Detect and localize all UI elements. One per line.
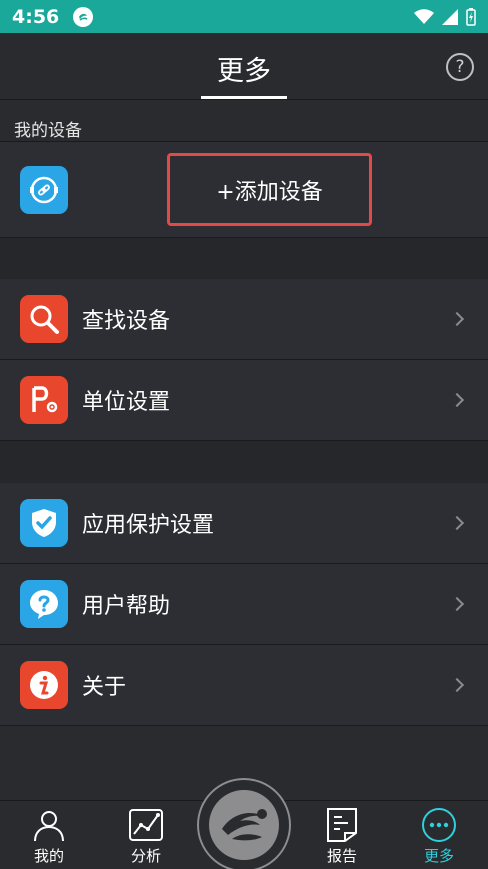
menu-item-app-protection[interactable]: 应用保护设置 (0, 483, 488, 564)
search-icon (20, 295, 68, 343)
section-gap (0, 441, 488, 483)
nav-item-report[interactable]: 报告 (302, 801, 382, 869)
add-device-button[interactable]: +添加设备 (167, 153, 372, 226)
nav-item-analysis[interactable]: 分析 (106, 801, 186, 869)
menu-label: 关于 (82, 675, 127, 700)
chevron-right-icon (449, 392, 465, 408)
device-row: +添加设备 (0, 142, 488, 238)
more-icon (421, 807, 457, 843)
question-icon: ? (455, 57, 465, 77)
status-time: 4:56 (12, 5, 60, 28)
help-button[interactable]: ? (446, 53, 474, 81)
nav-item-more[interactable]: 更多 (399, 801, 479, 869)
center-home-button[interactable] (197, 778, 291, 869)
wifi-icon (414, 8, 434, 24)
app-notification-icon (73, 6, 94, 27)
help-bubble-icon (20, 580, 68, 628)
menu-label: 查找设备 (82, 309, 171, 334)
chevron-right-icon (449, 677, 465, 693)
signal-icon (442, 8, 458, 25)
menu-label: 单位设置 (82, 390, 171, 415)
nav-label: 报告 (326, 847, 357, 865)
nav-item-me[interactable]: 我的 (9, 801, 89, 869)
nav-label: 分析 (130, 847, 161, 865)
nav-label: 更多 (423, 847, 454, 865)
chevron-right-icon (449, 596, 465, 612)
status-bar: 4:56 (0, 0, 488, 33)
page-title: 更多 (217, 56, 271, 87)
shield-check-icon (20, 499, 68, 547)
menu-item-about[interactable]: 关于 (0, 645, 488, 726)
info-icon (20, 661, 68, 709)
person-icon (31, 807, 67, 843)
app-logo-icon (209, 790, 279, 860)
unit-settings-icon (20, 376, 68, 424)
menu-item-unit-settings[interactable]: 单位设置 (0, 360, 488, 441)
title-underline (201, 96, 287, 99)
battery-charging-icon (466, 7, 476, 26)
menu-label: 应用保护设置 (82, 513, 215, 538)
report-icon (324, 807, 360, 843)
chevron-right-icon (449, 311, 465, 327)
chevron-right-icon (449, 515, 465, 531)
status-indicators (414, 7, 476, 26)
watch-link-icon (20, 166, 68, 214)
chart-icon (128, 807, 164, 843)
page-header: 更多 ? (0, 33, 488, 100)
menu-item-find-device[interactable]: 查找设备 (0, 279, 488, 360)
section-gap (0, 238, 488, 279)
menu-item-user-help[interactable]: 用户帮助 (0, 564, 488, 645)
menu-label: 用户帮助 (82, 594, 171, 619)
nav-label: 我的 (33, 847, 64, 865)
my-devices-label: 我的设备 (0, 100, 488, 142)
